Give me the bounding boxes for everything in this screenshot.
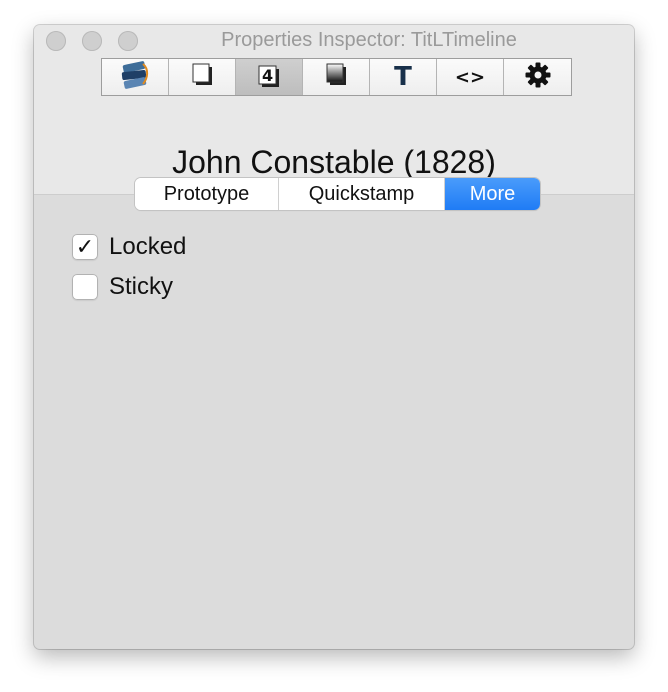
locked-label: Locked [109, 233, 187, 260]
locked-checkbox[interactable]: ✓ [72, 234, 98, 260]
code-icon: <> [454, 66, 486, 88]
item-name-heading: John Constable (1828) [172, 144, 496, 180]
page-tab-button[interactable] [169, 59, 236, 95]
layers-tab-button[interactable] [102, 59, 169, 95]
inspector-toolbar: 4 T <> [101, 58, 572, 96]
badge-number-icon: 4 [254, 62, 284, 92]
text-tab-button[interactable]: T [370, 59, 437, 95]
tab-quickstamp[interactable]: Quickstamp [279, 178, 445, 210]
tab-more[interactable]: More [445, 178, 540, 210]
properties-inspector-window: Properties Inspector: TitLTimeline 4 T <… [34, 25, 634, 649]
gear-icon [524, 61, 552, 94]
title-bar[interactable]: Properties Inspector: TitLTimeline [34, 25, 634, 57]
checkmark-icon: ✓ [75, 234, 95, 259]
tab-prototype[interactable]: Prototype [135, 178, 279, 210]
page-shadow-icon [187, 60, 217, 95]
locked-option[interactable]: ✓ Locked [72, 233, 186, 261]
sticky-option[interactable]: Sticky [72, 273, 173, 301]
window-title: Properties Inspector: TitLTimeline [221, 29, 517, 51]
gradient-tab-button[interactable] [303, 59, 370, 95]
sticky-checkbox[interactable] [72, 274, 98, 300]
badge-tab-button[interactable]: 4 [236, 59, 303, 95]
badge-number-label: 4 [262, 66, 274, 85]
text-icon: T [394, 62, 412, 92]
layers-icon [118, 60, 152, 95]
inspector-header: 4 T <> John Constable (1828) [34, 57, 634, 195]
settings-tab-button[interactable] [504, 59, 571, 95]
gradient-box-icon [321, 60, 351, 95]
sticky-label: Sticky [109, 273, 174, 300]
inspector-tabs: Prototype Quickstamp More [135, 178, 540, 210]
code-tab-button[interactable]: <> [437, 59, 504, 95]
